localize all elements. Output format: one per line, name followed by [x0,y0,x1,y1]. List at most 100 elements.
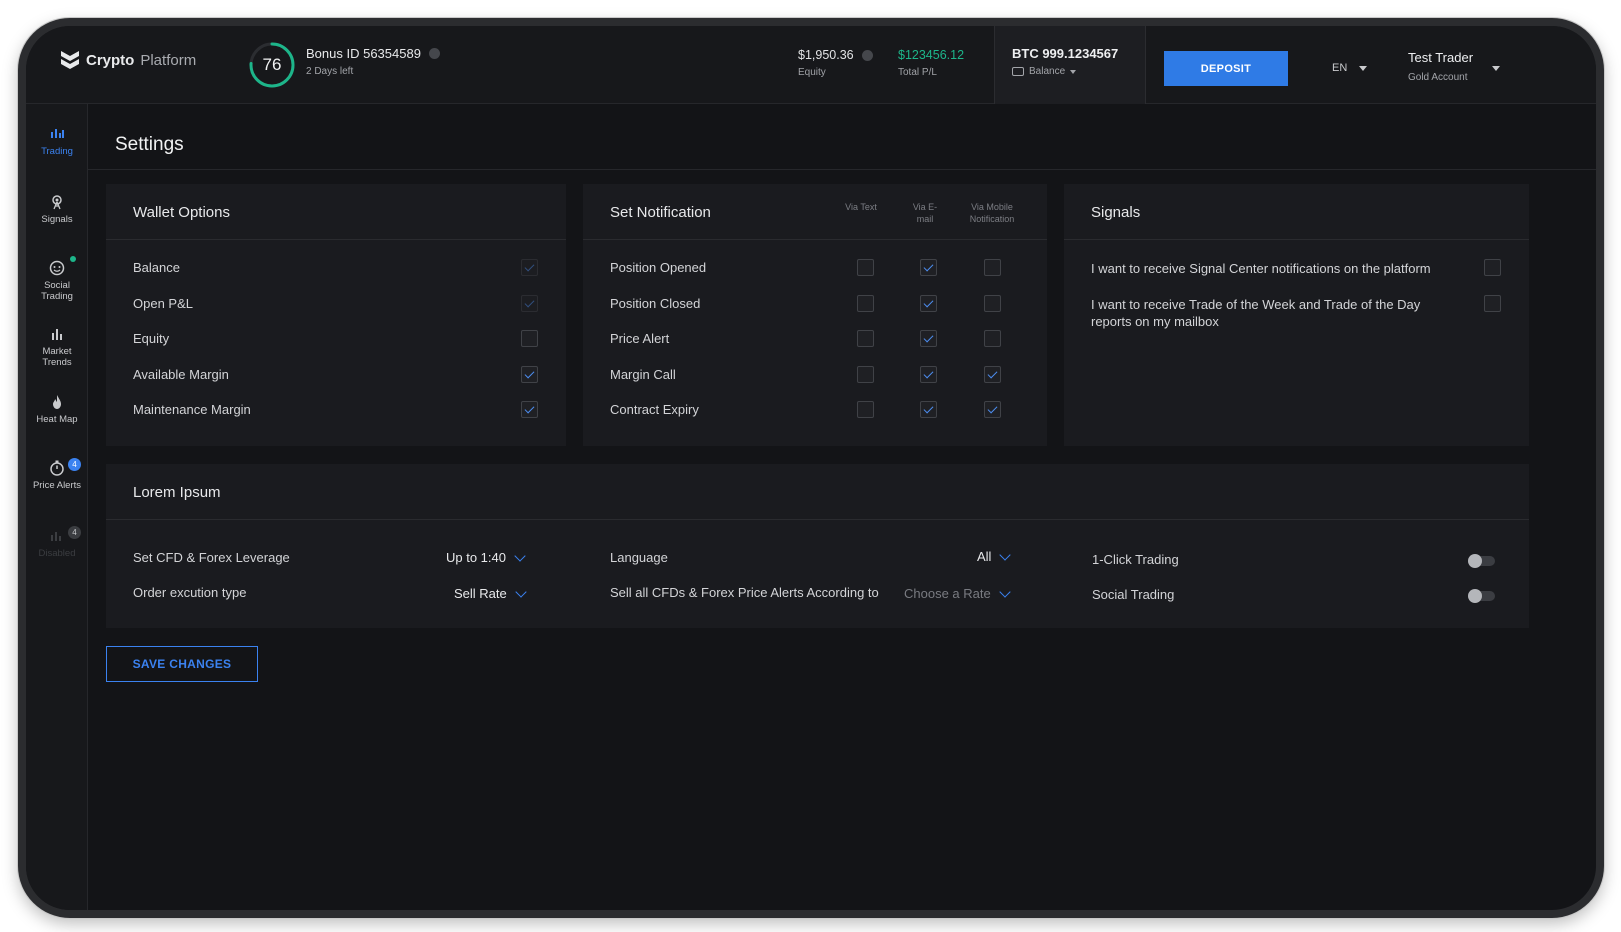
notification-checkbox-via-email[interactable] [920,365,937,383]
online-indicator [70,256,76,262]
trends-icon [52,329,62,340]
sidebar-item-label: Social Trading [41,280,73,302]
toggle-knob [1468,554,1482,568]
leverage-dropdown[interactable]: Up to 1:40 [446,549,526,565]
column-header-via-text: Via Text [845,202,877,212]
lorem-ipsum-panel: Lorem Ipsum Set CFD & Forex Leverage Up … [106,464,1529,628]
sidebar-item-social-trading[interactable]: Social Trading [26,256,88,302]
notification-label: Position Closed [610,295,701,311]
notification-checkbox-via-mobile[interactable] [984,365,1001,383]
panel-title: Signals [1091,204,1141,221]
page-header: Settings [88,104,1596,170]
language-label: Language [610,550,668,565]
price-alerts-rate-label: Sell all CFDs & Forex Price Alerts Accor… [610,585,879,600]
order-type-value: Sell Rate [454,586,507,601]
sidebar-item-label: Heat Map [36,414,78,425]
notification-checkbox-via-text[interactable] [857,294,874,312]
notification-checkbox-via-mobile[interactable] [984,330,1001,348]
chevron-down-icon [999,585,1011,598]
btc-balance-value: BTC 999.1234567 [1012,46,1119,61]
notification-checkbox-via-mobile[interactable] [984,401,1001,419]
sidebar-item-signals[interactable]: Signals [26,194,88,225]
rate-placeholder: Choose a Rate [904,586,991,601]
social-trading-label: Social Trading [1092,587,1175,602]
total-pl-label: Total P/L [898,67,937,78]
signal-option-checkbox[interactable] [1484,259,1501,276]
one-click-trading-label: 1-Click Trading [1092,552,1179,567]
sidebar-item-label: Price Alerts [32,480,82,491]
one-click-trading-toggle[interactable] [1468,554,1495,568]
sidebar-item-label: Disabled [38,548,76,559]
user-account-type: Gold Account [1408,72,1468,83]
social-face-icon [49,260,65,276]
bar-chart-icon [51,129,64,138]
price-alerts-badge: 4 [68,458,81,471]
chevron-down-icon [514,549,526,562]
device-frame: Crypto Platform 76 Bonus ID 56354589 2 Da… [18,18,1604,918]
disabled-badge: 4 [68,526,81,539]
wallet-option-label: Open P&L [133,295,193,311]
sidebar-item-trading[interactable]: Trading [26,126,88,157]
panel-title: Lorem Ipsum [133,484,221,501]
notification-checkbox-via-email[interactable] [920,259,937,276]
notification-checkbox-via-mobile[interactable] [984,294,1001,312]
user-menu[interactable]: Test Trader Gold Account [1408,50,1473,83]
logo-text-bold: Crypto [86,51,135,69]
equity-metric: $1,950.36 Equity [798,48,873,78]
bonus-days-left: 2 Days left [306,66,354,77]
signal-option-label: I want to receive Signal Center notifica… [1091,261,1431,276]
bar-chart-icon [51,532,61,541]
wallet-option-label: Available Margin [133,366,229,382]
logo-text-light: Platform [140,51,197,69]
wallet-option-checkbox[interactable] [521,330,538,348]
wallet-option-label: Maintenance Margin [133,402,251,418]
language-dropdown[interactable]: EN [1332,62,1368,74]
notification-checkbox-via-text[interactable] [857,330,874,348]
chevron-down-icon[interactable] [1492,66,1500,71]
wallet-options-panel: Wallet Options Balance Open P&L Equity Avai… [106,184,566,446]
balance-selector[interactable]: BTC 999.1234567 Balance [994,26,1146,104]
deposit-button[interactable]: DEPOSIT [1164,51,1288,86]
order-type-label: Order excution type [133,585,247,600]
info-icon[interactable] [861,49,873,61]
sidebar-item-heat-map[interactable]: Heat Map [26,394,88,425]
panel-title: Wallet Options [133,204,230,221]
notification-checkbox-via-text[interactable] [857,401,874,419]
logo[interactable]: Crypto Platform [60,48,196,72]
sidebar-item-label: Signals [41,214,73,225]
notification-label: Margin Call [610,366,676,382]
sidebar-item-disabled: 4 Disabled [26,526,88,559]
sidebar-item-market-trends[interactable]: Market Trends [26,326,88,368]
column-header-via-email: Via E-mail [912,202,938,224]
order-type-dropdown[interactable]: Sell Rate [454,585,527,601]
save-changes-button[interactable]: SAVE CHANGES [106,646,258,682]
total-pl-value: $123456.12 [898,48,965,62]
equity-label: Equity [798,67,826,78]
notification-checkbox-via-text[interactable] [857,365,874,383]
signal-option-checkbox[interactable] [1484,295,1501,312]
sidebar-item-label: Market Trends [42,346,72,368]
notification-label: Price Alert [610,331,670,347]
wallet-option-checkbox[interactable] [521,365,538,383]
language-setting-dropdown[interactable]: All [977,548,1012,564]
notification-checkbox-via-email[interactable] [920,294,937,312]
rate-dropdown[interactable]: Choose a Rate [904,585,1011,601]
leverage-label: Set CFD & Forex Leverage [133,550,290,565]
info-icon[interactable] [428,48,440,59]
notification-label: Position Opened [610,260,707,275]
wallet-option-checkbox[interactable] [521,294,538,312]
balance-label: Balance [1029,66,1066,77]
notification-checkbox-via-email[interactable] [920,330,937,348]
wallet-option-checkbox[interactable] [521,401,538,419]
notification-label: Contract Expiry [610,402,699,418]
stopwatch-icon [50,460,64,476]
equity-value: $1,950.36 [798,48,854,62]
notification-checkbox-via-text[interactable] [857,259,874,276]
notification-checkbox-via-mobile[interactable] [984,259,1001,276]
notification-checkbox-via-email[interactable] [920,401,937,419]
chevron-down-icon [999,548,1012,561]
social-trading-toggle[interactable] [1468,589,1495,603]
wallet-option-label: Balance [133,260,180,275]
wallet-option-checkbox[interactable] [521,259,538,276]
sidebar-item-price-alerts[interactable]: 4 Price Alerts [26,458,88,491]
